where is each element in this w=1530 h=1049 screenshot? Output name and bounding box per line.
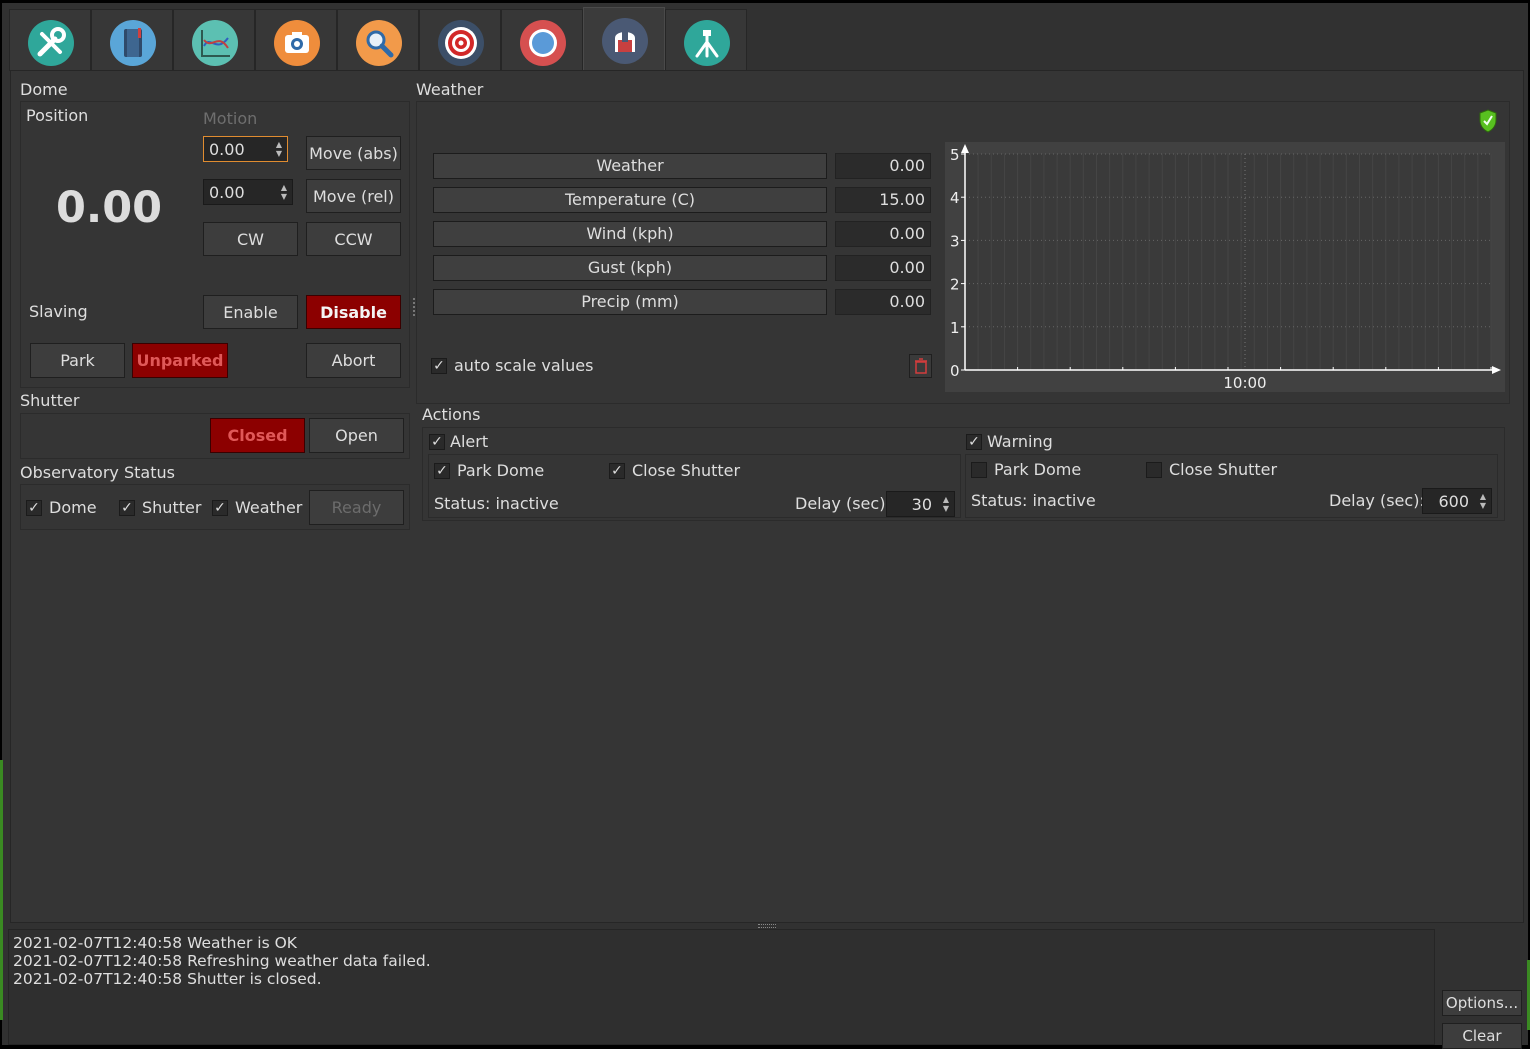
spin-down-icon[interactable]: ▼ (274, 149, 284, 158)
log-line: 2021-02-07T12:40:58 Shutter is closed. (13, 970, 322, 988)
observatory-content: Dome Position 0.00 Motion 0.00 ▲ ▼ 0.00 … (0, 0, 1530, 1049)
alert-status-text: Status: inactive (434, 494, 559, 513)
actions-group-title: Actions (422, 405, 481, 424)
chart-y-tick-label: 4 (950, 189, 960, 207)
shutter-open-button[interactable]: Open (309, 418, 404, 453)
weather-status-label: Weather (235, 498, 303, 517)
slaving-label: Slaving (29, 302, 88, 321)
spin-up-icon[interactable]: ▲ (279, 183, 289, 192)
slaving-disable-button[interactable]: Disable (306, 295, 401, 329)
weather-param-button[interactable]: Precip (mm) (433, 289, 827, 315)
weather-param-value: 15.00 (835, 187, 931, 213)
spin-down-icon[interactable]: ▼ (941, 504, 951, 513)
dome-status-checkbox[interactable]: ✓ (26, 500, 42, 516)
warning-status-text: Status: inactive (971, 491, 1096, 510)
status-group-title: Observatory Status (20, 463, 175, 482)
warning-close-shutter-label: Close Shutter (1169, 460, 1278, 479)
alert-close-shutter-label: Close Shutter (632, 461, 741, 480)
shutter-group-title: Shutter (20, 391, 80, 410)
warning-park-dome-label: Park Dome (994, 460, 1082, 479)
weather-ok-shield-icon (1479, 109, 1497, 133)
spin-up-icon[interactable]: ▲ (941, 495, 951, 504)
log-line: 2021-02-07T12:40:58 Weather is OK (13, 934, 297, 952)
dome-group-title: Dome (20, 80, 68, 99)
ccw-button[interactable]: CCW (306, 222, 401, 256)
weather-param-value: 0.00 (835, 289, 931, 315)
warning-checkbox[interactable]: ✓ (966, 434, 982, 450)
dome-position-value: 0.00 (56, 183, 163, 233)
chart-y-tick-label: 1 (950, 319, 960, 337)
move-abs-button[interactable]: Move (abs) (306, 136, 401, 170)
chart-y-tick-label: 2 (950, 276, 960, 294)
alert-close-shutter-checkbox[interactable]: ✓ (609, 463, 625, 479)
autoscale-checkbox[interactable]: ✓ (431, 358, 447, 374)
shutter-status-checkbox[interactable]: ✓ (119, 500, 135, 516)
log-options-button[interactable]: Options... (1442, 990, 1522, 1016)
weather-param-button[interactable]: Gust (kph) (433, 255, 827, 281)
unparked-button[interactable]: Unparked (132, 343, 228, 378)
warning-park-dome-checkbox[interactable] (971, 462, 987, 478)
weather-param-button[interactable]: Temperature (C) (433, 187, 827, 213)
abort-button[interactable]: Abort (306, 343, 401, 378)
move-rel-button[interactable]: Move (rel) (306, 179, 401, 213)
chart-y-tick-label: 0 (950, 362, 960, 380)
weather-chart[interactable]: 5 4 3 2 1 0 10:00 (945, 142, 1505, 392)
log-view[interactable]: 2021-02-07T12:40:58 Weather is OK 2021-02… (8, 929, 1435, 1045)
log-splitter-handle[interactable] (758, 924, 776, 928)
motion-label: Motion (203, 109, 258, 128)
alert-park-dome-label: Park Dome (457, 461, 545, 480)
weather-param-button[interactable]: Weather (433, 153, 827, 179)
trash-icon (914, 358, 927, 374)
warning-close-shutter-checkbox[interactable] (1146, 462, 1162, 478)
dome-status-label: Dome (49, 498, 97, 517)
warning-delay-label: Delay (sec): (1329, 491, 1425, 510)
alert-checkbox[interactable]: ✓ (429, 434, 445, 450)
chart-y-tick-label: 5 (950, 146, 960, 164)
splitter-handle[interactable] (413, 298, 415, 316)
spin-up-icon[interactable]: ▲ (274, 140, 284, 149)
weather-status-checkbox[interactable]: ✓ (212, 500, 228, 516)
warning-delay-value: 600 (1438, 491, 1469, 511)
shutter-closed-button[interactable]: Closed (210, 418, 305, 453)
spin-down-icon[interactable]: ▼ (1478, 501, 1488, 510)
ready-button[interactable]: Ready (309, 490, 404, 525)
rel-position-value: 0.00 (209, 182, 245, 202)
clear-graph-button[interactable] (909, 354, 932, 378)
weather-param-button[interactable]: Wind (kph) (433, 221, 827, 247)
spin-down-icon[interactable]: ▼ (279, 192, 289, 201)
weather-group-title: Weather (416, 80, 484, 99)
park-button[interactable]: Park (30, 343, 125, 378)
alert-park-dome-checkbox[interactable]: ✓ (434, 463, 450, 479)
alert-label: Alert (450, 432, 489, 451)
cw-button[interactable]: CW (203, 222, 298, 256)
autoscale-label: auto scale values (454, 356, 594, 375)
chart-x-tick-label: 10:00 (1223, 374, 1266, 392)
position-label: Position (26, 106, 89, 125)
weather-param-value: 0.00 (835, 153, 931, 179)
shutter-status-label: Shutter (142, 498, 202, 517)
log-clear-button[interactable]: Clear (1442, 1023, 1522, 1049)
left-edge-strip (0, 760, 3, 1020)
alert-delay-label: Delay (sec): (795, 494, 891, 513)
alert-delay-value: 30 (911, 494, 932, 514)
spin-up-icon[interactable]: ▲ (1478, 492, 1488, 501)
abs-position-spinbox[interactable]: 0.00 ▲ ▼ (203, 136, 288, 162)
log-line: 2021-02-07T12:40:58 Refreshing weather d… (13, 952, 431, 970)
weather-param-value: 0.00 (835, 255, 931, 281)
weather-param-value: 0.00 (835, 221, 931, 247)
abs-position-value: 0.00 (209, 139, 245, 159)
alert-delay-spinbox[interactable]: 30 ▲ ▼ (886, 491, 955, 517)
rel-position-spinbox[interactable]: 0.00 ▲ ▼ (203, 179, 293, 205)
chart-y-tick-label: 3 (950, 232, 960, 250)
warning-delay-spinbox[interactable]: 600 ▲ ▼ (1422, 488, 1492, 514)
warning-label: Warning (987, 432, 1053, 451)
slaving-enable-button[interactable]: Enable (203, 295, 298, 329)
